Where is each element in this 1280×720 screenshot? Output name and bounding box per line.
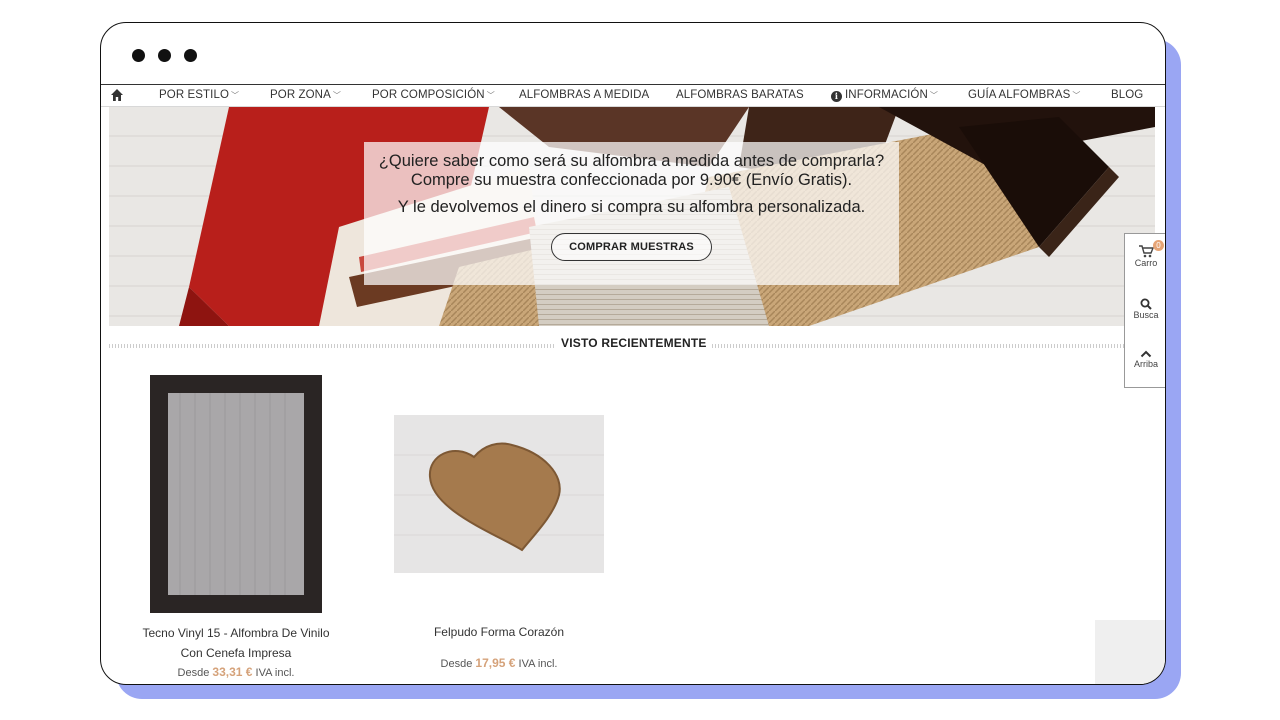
nav-item-informacion[interactable]: i INFORMACIÓN ﹀ <box>831 89 938 102</box>
product-name[interactable]: Tecno Vinyl 15 - Alfombra De Vinilo <box>131 623 341 643</box>
section-title: VISTO RECIENTEMENTE <box>556 336 712 350</box>
info-icon: i <box>831 91 842 102</box>
home-icon[interactable] <box>110 88 124 102</box>
search-icon <box>1140 298 1152 310</box>
hero-line-2: Compre su muestra confeccionada por 9.90… <box>410 171 853 189</box>
product-price: Desde 17,95 € IVA incl. <box>394 656 604 670</box>
window-dot-3[interactable] <box>184 49 197 62</box>
nav-item-alfombras-baratas[interactable]: ALFOMBRAS BARATAS <box>676 89 804 101</box>
browser-window: POR ESTILO ﹀ POR ZONA ﹀ POR COMPOSICIÓN ﹀ A… <box>100 22 1166 685</box>
price-suffix: IVA incl. <box>518 658 558 670</box>
top-label: Arriba <box>1133 359 1158 369</box>
nav-item-blog[interactable]: BLOG <box>1111 89 1143 101</box>
nav-item-por-zona[interactable]: POR ZONA ﹀ <box>270 89 341 101</box>
window-dot-1[interactable] <box>132 49 145 62</box>
product-image-heart-doormat[interactable] <box>394 415 604 573</box>
price-suffix: IVA incl. <box>255 667 295 679</box>
nav-item-por-composicion[interactable]: POR COMPOSICIÓN ﹀ <box>372 89 495 101</box>
nav-item-por-estilo[interactable]: POR ESTILO ﹀ <box>159 89 239 101</box>
product-card-felpudo-corazon[interactable]: Felpudo Forma Corazón Desde 17,95 € IVA … <box>394 415 604 670</box>
buy-samples-button[interactable]: COMPRAR MUESTRAS <box>551 233 712 261</box>
product-name[interactable]: Felpudo Forma Corazón <box>394 622 604 642</box>
cart-icon <box>1139 245 1154 258</box>
hero-line-3: Y le devolvemos el dinero si compra su a… <box>397 198 866 216</box>
cart-button[interactable]: 0 Carro <box>1125 240 1165 268</box>
chevron-down-icon: ﹀ <box>929 91 938 100</box>
product-name-line-2[interactable]: Con Cenefa Impresa <box>131 643 341 663</box>
back-to-top-button[interactable]: Arriba <box>1125 349 1165 369</box>
recently-viewed-header: VISTO RECIENTEMENTE <box>109 335 1124 355</box>
chevron-down-icon: ﹀ <box>1072 91 1081 100</box>
chevron-down-icon: ﹀ <box>231 91 240 100</box>
price-amount: 17,95 € <box>475 656 516 670</box>
window-dot-2[interactable] <box>158 49 171 62</box>
hero-line-1: ¿Quiere saber como será su alfombra a me… <box>378 152 885 170</box>
product-image-vinyl-rug[interactable] <box>150 375 322 613</box>
product-price: Desde 33,31 € IVA incl. <box>131 665 341 679</box>
nav-item-guia-alfombras[interactable]: GUÍA ALFOMBRAS ﹀ <box>968 89 1080 101</box>
cart-count-badge: 0 <box>1153 240 1164 251</box>
chevron-up-icon <box>1140 350 1152 358</box>
search-button[interactable]: Busca <box>1125 298 1165 320</box>
product-card-tecno-vinyl[interactable]: Tecno Vinyl 15 - Alfombra De Vinilo Con … <box>131 375 341 679</box>
chevron-down-icon: ﹀ <box>332 91 341 100</box>
cart-label: Carro <box>1134 258 1158 268</box>
chevron-down-icon: ﹀ <box>486 91 495 100</box>
window-controls <box>132 49 197 62</box>
chat-widget-placeholder[interactable] <box>1095 620 1165 684</box>
hero-promo-box: ¿Quiere saber como será su alfombra a me… <box>364 142 899 285</box>
nav-item-alfombras-a-medida[interactable]: ALFOMBRAS A MEDIDA <box>519 89 649 101</box>
main-nav: POR ESTILO ﹀ POR ZONA ﹀ POR COMPOSICIÓN ﹀ A… <box>101 84 1165 107</box>
hero-banner: ¿Quiere saber como será su alfombra a me… <box>109 107 1155 326</box>
price-prefix: Desde <box>177 667 210 679</box>
search-label: Busca <box>1133 310 1159 320</box>
price-prefix: Desde <box>440 658 473 670</box>
floating-side-toolbar: 0 Carro Busca Arriba <box>1124 233 1165 388</box>
price-amount: 33,31 € <box>212 665 253 679</box>
